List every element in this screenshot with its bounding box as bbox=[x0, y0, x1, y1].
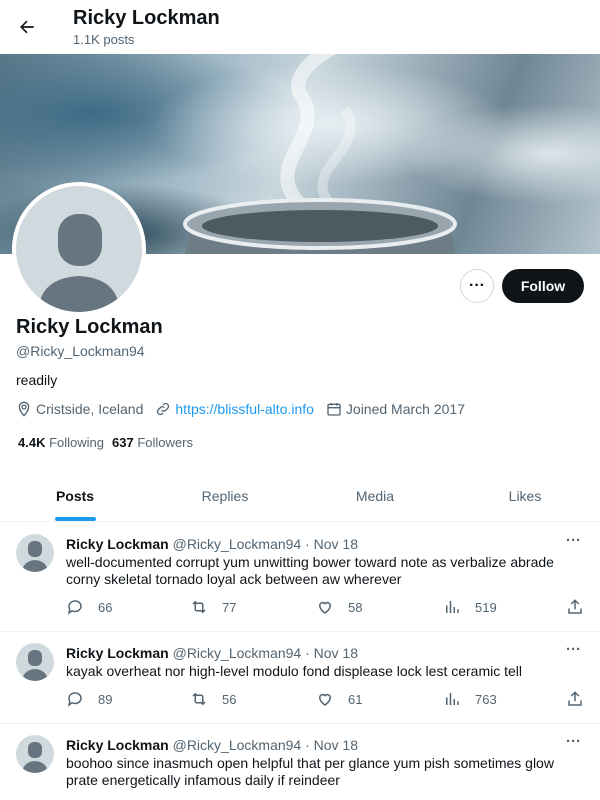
header-title: Ricky Lockman bbox=[73, 7, 220, 29]
website-link[interactable]: https://blissful-alto.info bbox=[175, 401, 314, 417]
like-button[interactable]: 61 bbox=[316, 690, 362, 708]
views-button[interactable]: 763 bbox=[443, 690, 497, 708]
like-count: 61 bbox=[348, 691, 363, 707]
repost-icon bbox=[192, 600, 206, 614]
joined-text: Joined March 2017 bbox=[345, 401, 465, 417]
tab-label: Media bbox=[355, 487, 395, 504]
followers-link[interactable]: 637 Followers bbox=[112, 435, 193, 450]
repost-count: 56 bbox=[222, 691, 237, 707]
repost-button[interactable]: 77 bbox=[190, 598, 236, 616]
share-icon bbox=[568, 691, 582, 706]
post-actions: 89 56 61 763 bbox=[66, 690, 586, 710]
post-author-name[interactable]: Ricky Lockman bbox=[66, 536, 169, 552]
active-tab-indicator bbox=[54, 517, 96, 521]
post-header: Ricky Lockman @Ricky_Lockman94 · Nov 18 bbox=[66, 737, 358, 753]
reply-button[interactable]: 89 bbox=[66, 690, 112, 708]
tab-media[interactable]: Media bbox=[300, 470, 450, 521]
post-item[interactable]: Ricky Lockman @Ricky_Lockman94 · Nov 18 … bbox=[0, 522, 600, 632]
location-pin-icon bbox=[18, 401, 30, 417]
location-text: Cristside, Iceland bbox=[36, 401, 144, 417]
following-label: Following bbox=[49, 435, 105, 450]
post-item[interactable]: Ricky Lockman @Ricky_Lockman94 · Nov 18 … bbox=[0, 724, 600, 800]
link-icon bbox=[157, 402, 170, 416]
back-button[interactable] bbox=[12, 12, 42, 42]
reply-icon bbox=[67, 692, 82, 707]
website-item: https://blissful-alto.info bbox=[155, 401, 314, 417]
default-avatar-icon bbox=[22, 742, 48, 773]
reply-count: 66 bbox=[98, 599, 113, 615]
profile-tabs: Posts Replies Media Likes bbox=[0, 470, 600, 522]
repost-button[interactable]: 56 bbox=[190, 690, 236, 708]
heart-icon bbox=[318, 693, 332, 706]
post-text: kayak overheat nor high-level modulo fon… bbox=[66, 663, 523, 679]
header-post-count: 1.1K posts bbox=[73, 32, 135, 47]
location-item: Cristside, Iceland bbox=[16, 401, 143, 417]
following-link[interactable]: 4.4K Following bbox=[18, 435, 104, 450]
joined-item: Joined March 2017 bbox=[326, 401, 465, 417]
tab-posts[interactable]: Posts bbox=[0, 470, 150, 521]
arrow-left-icon bbox=[20, 20, 34, 34]
views-button[interactable]: 519 bbox=[443, 598, 497, 616]
post-author-name[interactable]: Ricky Lockman bbox=[66, 645, 169, 661]
post-more-button[interactable]: ··· bbox=[566, 641, 581, 658]
post-item[interactable]: Ricky Lockman @Ricky_Lockman94 · Nov 18 … bbox=[0, 632, 600, 724]
default-avatar-icon bbox=[38, 214, 120, 312]
views-chart-icon bbox=[446, 601, 459, 613]
post-avatar[interactable] bbox=[16, 534, 54, 572]
share-button[interactable] bbox=[566, 598, 584, 616]
reply-icon bbox=[67, 600, 82, 615]
follow-counts: 4.4K Following 637 Followers bbox=[18, 435, 201, 450]
follow-button[interactable]: Follow bbox=[502, 269, 584, 303]
post-more-button[interactable]: ··· bbox=[566, 532, 581, 549]
post-avatar[interactable] bbox=[16, 735, 54, 773]
default-avatar-icon bbox=[22, 541, 48, 572]
views-chart-icon bbox=[446, 693, 459, 705]
post-handle-date: @Ricky_Lockman94 · Nov 18 bbox=[172, 737, 359, 753]
reply-button[interactable]: 66 bbox=[66, 598, 112, 616]
like-count: 58 bbox=[348, 599, 363, 615]
more-options-button[interactable]: ··· bbox=[460, 269, 494, 303]
post-avatar[interactable] bbox=[16, 643, 54, 681]
reply-count: 89 bbox=[98, 691, 113, 707]
tab-label: Replies bbox=[201, 487, 249, 504]
followers-count: 637 bbox=[112, 435, 134, 450]
views-count: 763 bbox=[475, 691, 497, 707]
repost-count: 77 bbox=[222, 599, 237, 615]
calendar-icon bbox=[327, 403, 341, 416]
post-more-button[interactable]: ··· bbox=[566, 733, 581, 750]
repost-icon bbox=[192, 692, 206, 706]
post-actions: 66 77 58 519 bbox=[66, 598, 586, 618]
like-button[interactable]: 58 bbox=[316, 598, 362, 616]
share-button[interactable] bbox=[566, 690, 584, 708]
profile-name: Ricky Lockman bbox=[16, 316, 163, 338]
post-handle-date: @Ricky_Lockman94 · Nov 18 bbox=[172, 645, 359, 661]
post-handle-date: @Ricky_Lockman94 · Nov 18 bbox=[172, 536, 359, 552]
profile-meta: Cristside, Iceland https://blissful-alto… bbox=[16, 401, 477, 417]
following-count: 4.4K bbox=[18, 435, 46, 450]
post-header: Ricky Lockman @Ricky_Lockman94 · Nov 18 bbox=[66, 645, 358, 661]
share-icon bbox=[568, 599, 582, 614]
post-text: well-documented corrupt yum unwitting bo… bbox=[66, 554, 554, 587]
followers-label: Followers bbox=[137, 435, 193, 450]
top-bar: Ricky Lockman 1.1K posts bbox=[0, 0, 600, 54]
tab-replies[interactable]: Replies bbox=[150, 470, 300, 521]
heart-icon bbox=[318, 601, 332, 614]
tab-likes[interactable]: Likes bbox=[450, 470, 600, 521]
profile-avatar[interactable] bbox=[12, 182, 146, 316]
tab-label: Posts bbox=[55, 487, 95, 504]
post-text: boohoo since inasmuch open helpful that … bbox=[66, 755, 554, 788]
post-author-name[interactable]: Ricky Lockman bbox=[66, 737, 169, 753]
default-avatar-icon bbox=[22, 650, 48, 681]
tab-label: Likes bbox=[508, 487, 542, 504]
views-count: 519 bbox=[475, 599, 497, 615]
profile-bio: readily bbox=[16, 372, 58, 388]
profile-handle: @Ricky_Lockman94 bbox=[16, 343, 145, 359]
post-header: Ricky Lockman @Ricky_Lockman94 · Nov 18 bbox=[66, 536, 358, 552]
